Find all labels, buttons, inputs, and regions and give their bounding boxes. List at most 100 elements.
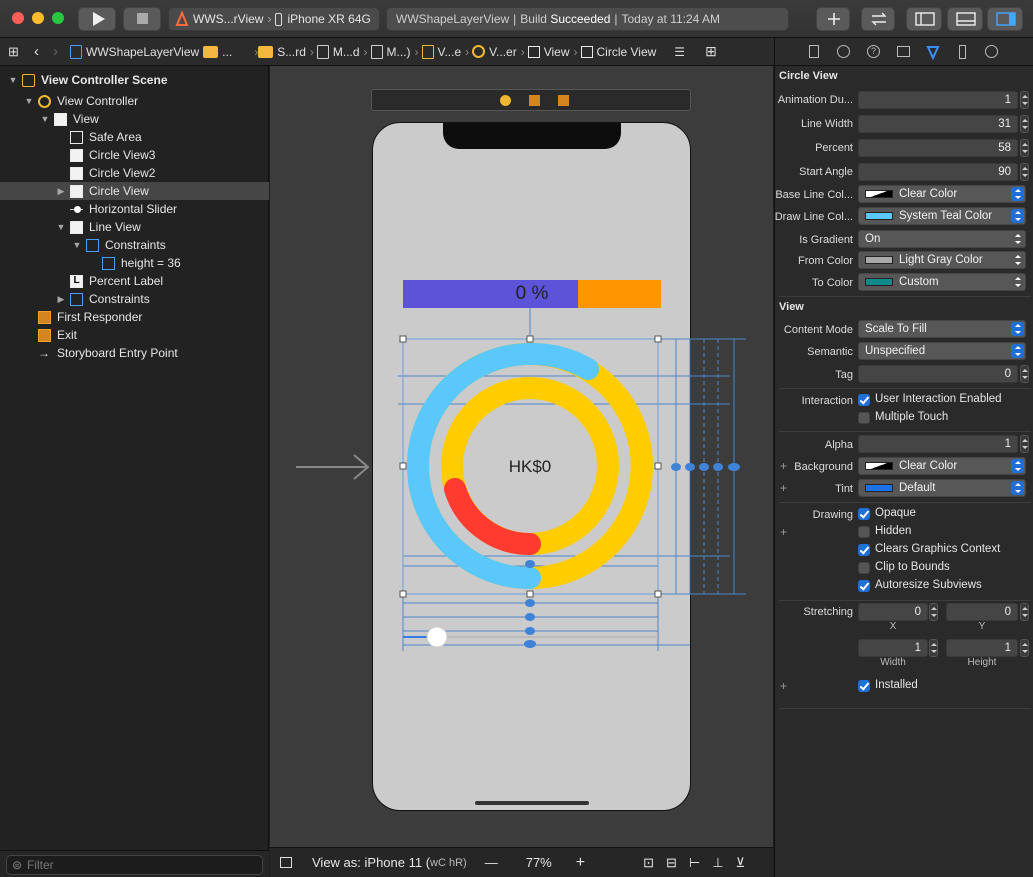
outline-row-height-constraint[interactable]: height = 36 (0, 254, 269, 272)
hide-outline-icon[interactable] (280, 857, 292, 868)
lines-menu-icon[interactable]: ☰ (674, 45, 685, 59)
clip-bounds-checkbox[interactable] (858, 562, 870, 574)
first-responder-icon[interactable] (529, 95, 540, 106)
stretch-x-stepper[interactable] (929, 603, 938, 621)
stretch-x-field[interactable]: 0 (858, 603, 928, 621)
zoom-in-button[interactable]: + (576, 854, 585, 872)
history-inspector-icon[interactable] (837, 45, 850, 58)
close-window-button[interactable] (12, 12, 24, 24)
back-arrow-icon[interactable]: ‹ (34, 43, 39, 60)
base-line-color-popup[interactable]: Clear Color (858, 185, 1026, 203)
scheme-selector[interactable]: WWS...rView › iPhone XR 64G (168, 7, 380, 31)
line-width-field[interactable]: 31 (858, 115, 1018, 133)
content-mode-popup[interactable]: Scale To Fill (858, 320, 1026, 338)
alpha-field[interactable]: 1 (858, 435, 1018, 453)
disclosure-open-icon[interactable]: ▼ (40, 114, 50, 124)
outline-row-scene[interactable]: ▼ View Controller Scene (0, 71, 269, 89)
attributes-inspector-icon[interactable] (925, 44, 941, 60)
percent-stepper[interactable] (1020, 139, 1029, 157)
percent-field[interactable]: 58 (858, 139, 1018, 157)
align-icon[interactable]: ⊢ (689, 855, 700, 871)
animation-duration-field[interactable]: 1 (858, 91, 1018, 109)
file-inspector-icon[interactable] (809, 45, 819, 58)
disclosure-open-icon[interactable]: ▼ (56, 222, 66, 232)
zoom-out-button[interactable]: — (485, 855, 498, 870)
animation-duration-stepper[interactable] (1020, 91, 1029, 109)
outline-row-safe-area[interactable]: Safe Area (0, 128, 269, 146)
disclosure-closed-icon[interactable]: ▶ (56, 186, 66, 197)
draw-line-color-popup[interactable]: System Teal Color (858, 207, 1026, 225)
user-interaction-checkbox[interactable] (858, 394, 870, 406)
library-button[interactable] (816, 7, 850, 31)
stretch-height-stepper[interactable] (1020, 639, 1029, 657)
jump-item-scene[interactable]: V...e (421, 44, 461, 59)
add-variation-icon[interactable]: + (780, 459, 787, 473)
disclosure-open-icon[interactable]: ▼ (72, 240, 82, 250)
add-variation-icon[interactable]: + (780, 679, 787, 693)
add-editor-icon[interactable]: ⊞ (705, 43, 717, 60)
outline-row-percent-label[interactable]: L Percent Label (0, 272, 269, 290)
jump-item-main[interactable]: M...) (370, 44, 411, 59)
disclosure-open-icon[interactable]: ▼ (24, 96, 34, 106)
line-width-stepper[interactable] (1020, 115, 1029, 133)
outline-row-slider[interactable]: Horizontal Slider (0, 200, 269, 218)
slider-thumb[interactable] (426, 626, 448, 648)
stretch-width-field[interactable]: 1 (858, 639, 928, 657)
semantic-popup[interactable]: Unspecified (858, 342, 1026, 360)
toggle-navigator-button[interactable] (906, 7, 942, 31)
stretch-width-stepper[interactable] (929, 639, 938, 657)
resolve-issues-icon[interactable]: ⊻ (736, 855, 746, 871)
outline-row-circle-view3[interactable]: Circle View3 (0, 146, 269, 164)
zoom-window-button[interactable] (52, 12, 64, 24)
toggle-debug-button[interactable] (947, 7, 983, 31)
stretch-height-field[interactable]: 1 (946, 639, 1018, 657)
code-review-button[interactable] (861, 7, 895, 31)
view-controller-icon[interactable] (500, 95, 511, 106)
stop-button[interactable] (123, 7, 161, 31)
from-color-popup[interactable]: Light Gray Color (858, 251, 1026, 269)
start-angle-field[interactable]: 90 (858, 163, 1018, 181)
is-gradient-popup[interactable]: On (858, 230, 1026, 248)
disclosure-closed-icon[interactable]: ▶ (56, 294, 66, 305)
storyboard-canvas[interactable]: 0 % HK$0 (270, 66, 773, 847)
view-as-label[interactable]: View as: iPhone 11 ( (312, 855, 430, 870)
outline-row-line-constraints[interactable]: ▼ Constraints (0, 236, 269, 254)
outline-row-line-view[interactable]: ▼ Line View (0, 218, 269, 236)
outline-row-circle-view[interactable]: ▶ Circle View (0, 182, 269, 200)
size-inspector-icon[interactable] (959, 45, 966, 59)
outline-row-first-responder[interactable]: First Responder (0, 308, 269, 326)
outline-row-view[interactable]: ▼ View (0, 110, 269, 128)
add-variation-icon[interactable]: + (780, 525, 787, 539)
autoresize-checkbox[interactable] (858, 580, 870, 592)
add-constraints-icon[interactable]: ⊥ (712, 855, 723, 871)
disclosure-open-icon[interactable]: ▼ (8, 75, 18, 85)
toggle-inspector-button[interactable] (987, 7, 1023, 31)
add-variation-icon[interactable]: + (780, 481, 787, 495)
jump-item-storyboard[interactable]: M...d (316, 44, 360, 59)
update-frames-icon[interactable]: ⊡ (643, 855, 654, 871)
exit-icon[interactable] (558, 95, 569, 106)
outline-row-constraints[interactable]: ▶ Constraints (0, 290, 269, 308)
to-color-popup[interactable]: Custom (858, 273, 1026, 291)
jump-item-project[interactable]: WWShapeLayerView (70, 44, 199, 59)
installed-checkbox[interactable] (858, 680, 870, 692)
hidden-checkbox[interactable] (858, 526, 870, 538)
jump-item-folder2[interactable]: S...rd (258, 45, 306, 59)
run-button[interactable] (78, 7, 116, 31)
circle-views[interactable]: HK$0 (390, 306, 760, 666)
filter-input[interactable]: ⊜ Filter (6, 855, 263, 875)
tint-popup[interactable]: Default (858, 479, 1026, 497)
connections-inspector-icon[interactable] (985, 45, 998, 58)
outline-row-view-controller[interactable]: ▼ View Controller (0, 92, 269, 110)
related-items-icon[interactable]: ⊞ (8, 44, 22, 60)
forward-arrow-icon[interactable]: › (53, 43, 58, 60)
line-view[interactable]: 0 % (403, 280, 661, 308)
embed-in-icon[interactable]: ⊟ (666, 855, 677, 871)
opaque-checkbox[interactable] (858, 508, 870, 520)
stretch-y-stepper[interactable] (1020, 603, 1029, 621)
outline-row-circle-view2[interactable]: Circle View2 (0, 164, 269, 182)
jump-item-controller[interactable]: V...er (472, 45, 517, 59)
minimize-window-button[interactable] (32, 12, 44, 24)
multiple-touch-checkbox[interactable] (858, 412, 870, 424)
jump-item-folder[interactable]: ... (203, 45, 232, 59)
